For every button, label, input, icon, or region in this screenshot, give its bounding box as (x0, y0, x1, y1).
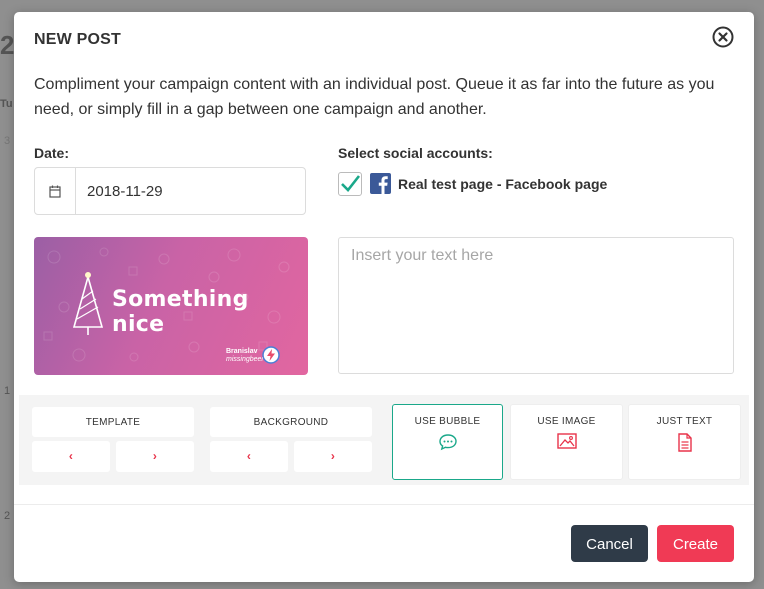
preview-text: Something nice (112, 287, 249, 337)
just-text-label: JUST TEXT (656, 416, 713, 427)
chevron-right-icon: › (330, 449, 336, 463)
date-icon-box[interactable] (35, 168, 76, 214)
account-checkbox[interactable] (338, 172, 362, 196)
background-fragment: 1 (4, 385, 11, 397)
background-label: BACKGROUND (253, 417, 329, 428)
template-next-button[interactable]: › (116, 441, 194, 472)
facebook-icon (370, 173, 391, 194)
post-style-toolbar: TEMPLATE ‹ › BACKGROUND ‹ › USE BUBBLE U… (19, 395, 749, 485)
background-prev-button[interactable]: ‹ (210, 441, 288, 472)
background-fragment: 2 (4, 510, 11, 522)
document-icon (677, 433, 692, 452)
checkmark-icon (341, 175, 361, 192)
template-prev-button[interactable]: ‹ (32, 441, 110, 472)
date-input[interactable] (75, 168, 303, 214)
template-label: TEMPLATE (85, 417, 141, 428)
chevron-right-icon: › (152, 449, 158, 463)
use-image-option[interactable]: USE IMAGE (510, 404, 623, 480)
modal-title: NEW POST (34, 31, 121, 48)
new-post-modal: NEW POST Compliment your campaign conten… (14, 12, 754, 582)
chat-bubble-icon (438, 434, 457, 451)
calendar-icon (49, 185, 61, 198)
chevron-left-icon: ‹ (68, 449, 74, 463)
cancel-button[interactable]: Cancel (571, 525, 648, 562)
use-bubble-label: USE BUBBLE (414, 416, 481, 427)
preview-brand-name: Branislav (226, 348, 258, 355)
template-label-box: TEMPLATE (32, 407, 194, 437)
bolt-logo-icon (262, 346, 280, 364)
use-bubble-option[interactable]: USE BUBBLE (392, 404, 503, 480)
account-name[interactable]: Real test page - Facebook page (398, 176, 607, 192)
social-accounts-label: Select social accounts: (338, 145, 493, 161)
use-image-label: USE IMAGE (537, 416, 596, 427)
close-icon (712, 26, 734, 48)
background-label-box: BACKGROUND (210, 407, 372, 437)
background-next-button[interactable]: › (294, 441, 372, 472)
background-fragment: Tu (0, 98, 13, 110)
preview-brand-sub: missingbeer (226, 356, 264, 363)
chevron-left-icon: ‹ (246, 449, 252, 463)
christmas-tree-icon (72, 272, 104, 335)
modal-intro-text: Compliment your campaign content with an… (34, 76, 715, 118)
image-icon (556, 433, 577, 449)
background-fragment: 3 (4, 135, 11, 147)
post-text-input[interactable] (338, 237, 734, 374)
background-fragment: 2 (0, 30, 15, 60)
post-preview-image: Something nice Branislav missingbeer (34, 237, 308, 375)
close-button[interactable] (712, 26, 734, 48)
date-field[interactable] (34, 167, 306, 215)
just-text-option[interactable]: JUST TEXT (628, 404, 741, 480)
date-label: Date: (34, 145, 70, 161)
footer-divider (14, 504, 754, 505)
preview-brand: Branislav missingbeer (226, 348, 264, 364)
create-button[interactable]: Create (657, 525, 734, 562)
